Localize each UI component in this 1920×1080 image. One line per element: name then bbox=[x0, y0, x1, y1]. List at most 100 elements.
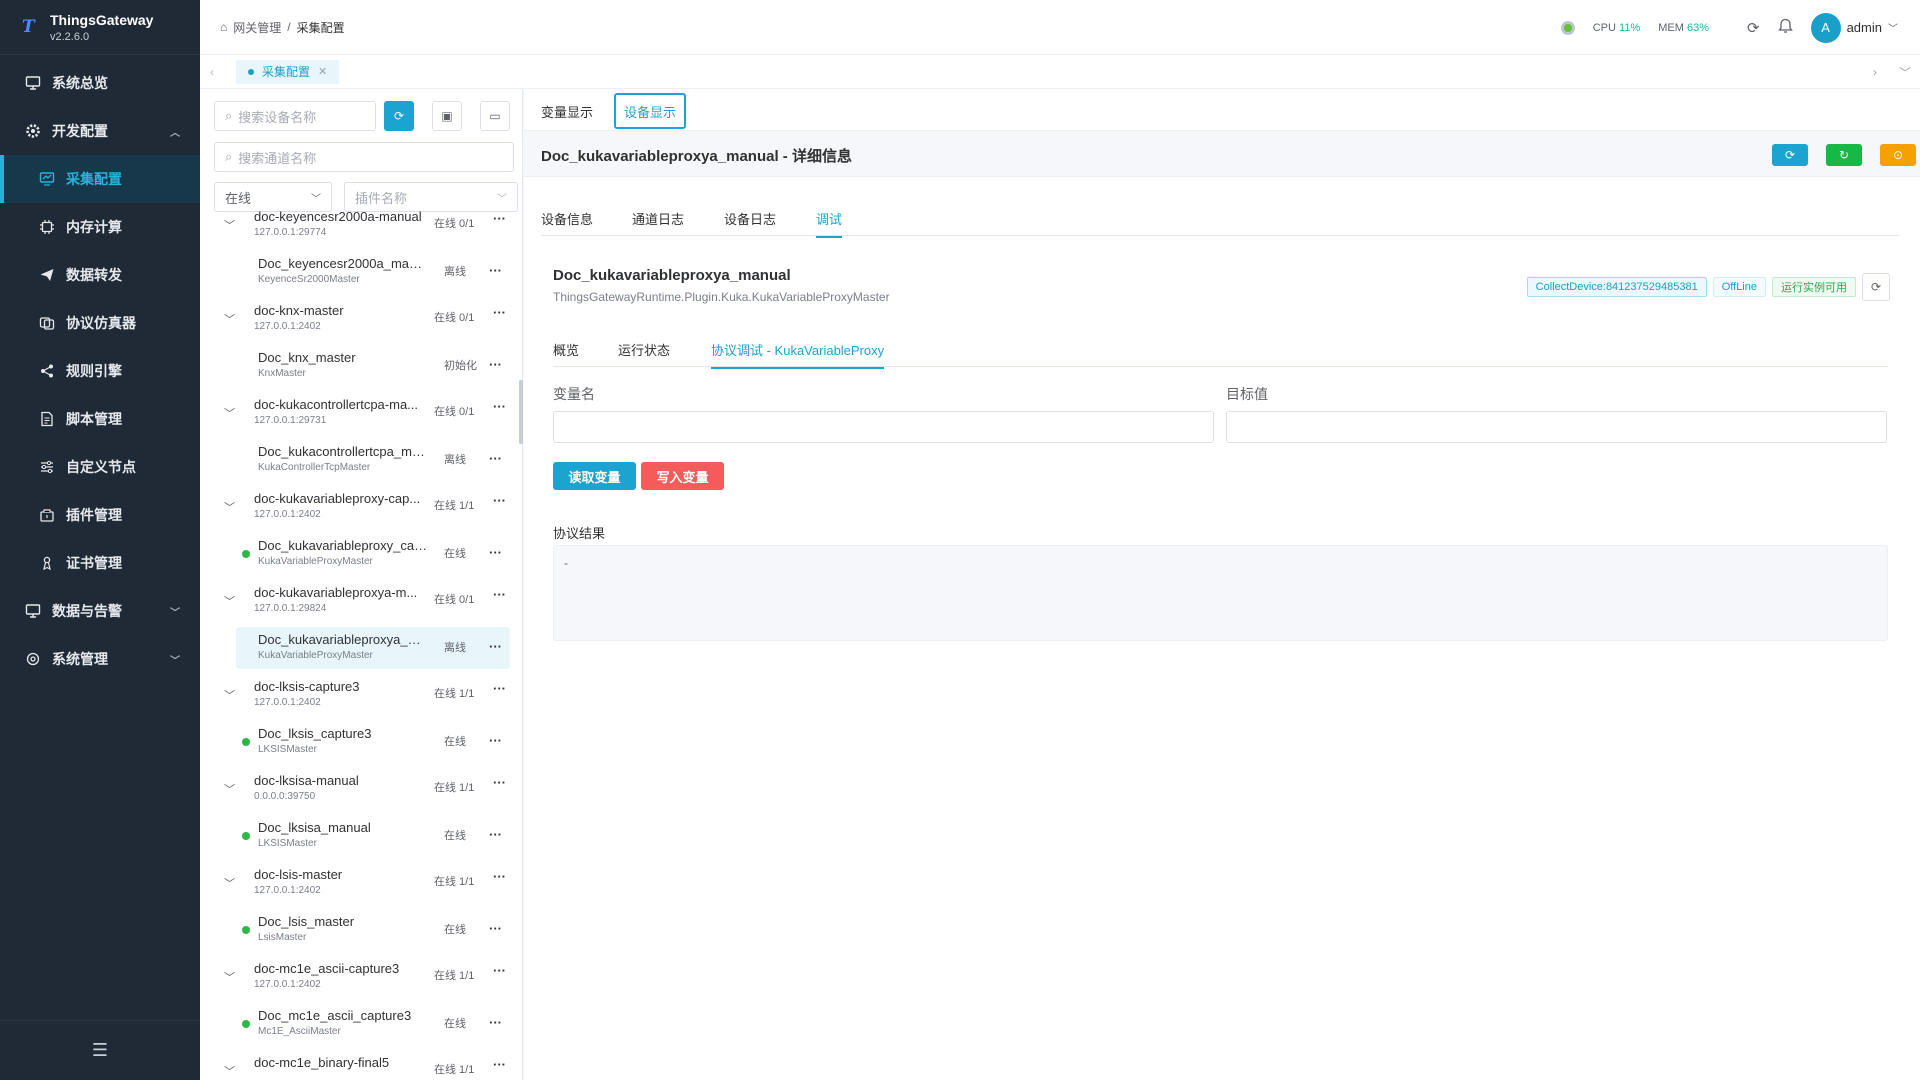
debug-tabs: 概览 运行状态 协议调试 - KukaVariableProxy bbox=[553, 330, 1888, 369]
sidebar-item-forward[interactable]: 数据转发 bbox=[0, 251, 200, 299]
more-icon[interactable]: ··· bbox=[493, 681, 506, 696]
device-node[interactable]: Doc_mc1e_ascii_capture3 Mc1E_AsciiMaster 在… bbox=[236, 1003, 510, 1045]
more-icon[interactable]: ··· bbox=[489, 451, 502, 466]
more-icon[interactable]: ··· bbox=[489, 545, 502, 560]
sidebar-item-certs[interactable]: 证书管理 bbox=[0, 539, 200, 587]
tab-device-view[interactable]: 设备显示 bbox=[614, 93, 686, 129]
tab-collect-config[interactable]: 采集配置 ✕ bbox=[236, 59, 340, 84]
write-variable-button[interactable]: 写入变量 bbox=[641, 462, 724, 490]
sidebar-item-simulator[interactable]: 协议仿真器 bbox=[0, 299, 200, 347]
chevron-down-icon[interactable]: ﹀ bbox=[224, 311, 235, 327]
device-node[interactable]: Doc_kukavariableproxy_capt... KukaVariabl… bbox=[236, 533, 510, 575]
sidebar-item-dev-config[interactable]: 开发配置 ︿ bbox=[0, 107, 200, 155]
more-icon[interactable]: ··· bbox=[493, 1057, 506, 1072]
more-icon[interactable]: ··· bbox=[489, 921, 502, 936]
collect-icon bbox=[38, 170, 56, 188]
more-icon[interactable]: ··· bbox=[493, 775, 506, 790]
more-icon[interactable]: ··· bbox=[493, 869, 506, 884]
device-node[interactable]: Doc_keyencesr2000a_manual KeyenceSr2000Ma… bbox=[236, 251, 510, 293]
search-channel-input[interactable]: ⌕ 搜索通道名称 bbox=[214, 142, 514, 172]
sidebar-item-rules[interactable]: 规则引擎 bbox=[0, 347, 200, 395]
monitor-button[interactable]: ▭ bbox=[480, 101, 510, 131]
refresh-tree-button[interactable]: ⟳ bbox=[384, 101, 414, 131]
more-icon[interactable]: ··· bbox=[489, 639, 502, 654]
chevron-down-icon[interactable]: ﹀ bbox=[224, 687, 235, 703]
channel-node[interactable]: ﹀ doc-kukavariableproxy-cap... 127.0.0.1:2… bbox=[224, 489, 514, 529]
more-icon[interactable]: ··· bbox=[489, 733, 502, 748]
more-icon[interactable]: ··· bbox=[493, 587, 506, 602]
channel-node[interactable]: ﹀ doc-kukacontrollertcpa-ma... 127.0.0.1:2… bbox=[224, 395, 514, 435]
device-node[interactable]: Doc_lksis_capture3 LKSISMaster 在线 ··· bbox=[236, 721, 510, 763]
sidebar-item-custom-node[interactable]: 自定义节点 bbox=[0, 443, 200, 491]
chevron-down-icon[interactable]: ﹀ bbox=[224, 781, 235, 797]
more-icon[interactable]: ··· bbox=[489, 1015, 502, 1030]
sidebar-item-collect[interactable]: 采集配置 bbox=[0, 155, 200, 203]
more-icon[interactable]: ··· bbox=[493, 211, 506, 226]
home-icon[interactable]: ⌂ bbox=[220, 20, 227, 34]
more-icon[interactable]: ··· bbox=[489, 263, 502, 278]
more-icon[interactable]: ··· bbox=[493, 493, 506, 508]
variable-name-input[interactable] bbox=[553, 411, 1214, 443]
more-icon[interactable]: ··· bbox=[489, 357, 502, 372]
chevron-left-icon[interactable]: ‹ bbox=[200, 65, 224, 79]
cert-icon bbox=[38, 554, 56, 572]
tab-protocol-debug[interactable]: 协议调试 - KukaVariableProxy bbox=[711, 340, 885, 369]
refresh-icon[interactable]: ⟳ bbox=[1862, 273, 1890, 301]
refresh-button[interactable]: ⟳ bbox=[1772, 144, 1808, 166]
sidebar-item-label: 自定义节点 bbox=[66, 459, 136, 475]
sidebar-item-plugins[interactable]: 插件管理 bbox=[0, 491, 200, 539]
channel-node[interactable]: ﹀ doc-mc1e_ascii-capture3 127.0.0.1:2402 在线… bbox=[224, 959, 514, 999]
breadcrumb-item[interactable]: 网关管理 bbox=[233, 19, 281, 36]
more-icon[interactable]: ··· bbox=[493, 399, 506, 414]
tab-debug[interactable]: 调试 bbox=[816, 209, 843, 238]
chevron-down-icon[interactable]: ﹀ bbox=[224, 499, 235, 515]
chevron-down-icon[interactable]: ﹀ bbox=[1890, 64, 1920, 81]
channel-node[interactable]: ﹀ doc-knx-master 127.0.0.1:2402 在线 0/1 ··· bbox=[224, 301, 514, 341]
chevron-down-icon[interactable]: ﹀ bbox=[224, 875, 235, 891]
search-device-input[interactable]: ⌕ 搜索设备名称 bbox=[214, 101, 376, 131]
more-icon[interactable]: ··· bbox=[489, 827, 502, 842]
channel-node[interactable]: ﹀ doc-kukavariableproxya-m... 127.0.0.1:29… bbox=[224, 583, 514, 623]
device-node[interactable]: Doc_kukavariableproxya_ma... KukaVariable… bbox=[236, 627, 510, 669]
sidebar-item-memory[interactable]: 内存计算 bbox=[0, 203, 200, 251]
pause-button[interactable]: ⊙ bbox=[1880, 144, 1916, 166]
brand[interactable]: T ThingsGateway v2.2.6.0 bbox=[0, 0, 200, 55]
tab-variable-view[interactable]: 变量显示 bbox=[541, 93, 593, 129]
chevron-down-icon[interactable]: ﹀ bbox=[224, 969, 235, 985]
chevron-down-icon[interactable]: ﹀ bbox=[224, 217, 235, 233]
read-variable-button[interactable]: 读取变量 bbox=[553, 462, 636, 490]
close-icon[interactable]: ✕ bbox=[318, 65, 327, 78]
target-value-input[interactable] bbox=[1226, 411, 1887, 443]
sidebar-item-system[interactable]: 系统管理 ﹀ bbox=[0, 635, 200, 683]
chevron-down-icon[interactable]: ﹀ bbox=[224, 405, 235, 421]
device-node[interactable]: Doc_kukacontrollertcpa_man... KukaControl… bbox=[236, 439, 510, 481]
chevron-down-icon[interactable]: ﹀ bbox=[224, 1063, 235, 1079]
channel-node[interactable]: ﹀ doc-mc1e_binary-final5 在线 1/1 ··· bbox=[224, 1053, 514, 1080]
tab-channel-log[interactable]: 通道日志 bbox=[632, 209, 684, 228]
tab-device-info[interactable]: 设备信息 bbox=[541, 209, 593, 228]
sidebar-item-data-alarm[interactable]: 数据与告警 ﹀ bbox=[0, 587, 200, 635]
export-button[interactable]: ▣ bbox=[432, 101, 462, 131]
device-node[interactable]: Doc_lsis_master LsisMaster 在线 ··· bbox=[236, 909, 510, 951]
more-icon[interactable]: ··· bbox=[493, 963, 506, 978]
chevron-down-icon[interactable]: ﹀ bbox=[224, 593, 235, 609]
channel-node[interactable]: ﹀ doc-lsis-master 127.0.0.1:2402 在线 1/1 ··· bbox=[224, 865, 514, 905]
bell-icon[interactable] bbox=[1777, 18, 1793, 37]
restart-button[interactable]: ↻ bbox=[1826, 144, 1862, 166]
tab-device-log[interactable]: 设备日志 bbox=[724, 209, 776, 228]
tab-overview[interactable]: 概览 bbox=[553, 340, 579, 359]
user-menu[interactable]: A admin ﹀ bbox=[1810, 12, 1898, 43]
channel-node[interactable]: ﹀ doc-lksis-capture3 127.0.0.1:2402 在线 1/1 ·… bbox=[224, 677, 514, 717]
tab-run-status[interactable]: 运行状态 bbox=[618, 340, 670, 359]
sidebar-item-overview[interactable]: 系统总览 bbox=[0, 59, 200, 107]
chevron-right-icon[interactable]: › bbox=[1860, 65, 1890, 79]
collapse-menu-icon[interactable]: ☰ bbox=[0, 1020, 200, 1080]
tree-scrollbar[interactable] bbox=[519, 380, 523, 444]
device-node[interactable]: Doc_lksisa_manual LKSISMaster 在线 ··· bbox=[236, 815, 510, 857]
channel-node[interactable]: ﹀ doc-keyencesr2000a-manual 127.0.0.1:2977… bbox=[224, 207, 514, 247]
refresh-icon[interactable]: ⟳ bbox=[1747, 19, 1760, 37]
device-node[interactable]: Doc_knx_master KnxMaster 初始化 ··· bbox=[236, 345, 510, 387]
sidebar-item-scripts[interactable]: 脚本管理 bbox=[0, 395, 200, 443]
channel-node[interactable]: ﹀ doc-lksisa-manual 0.0.0.0:39750 在线 1/1 ··· bbox=[224, 771, 514, 811]
more-icon[interactable]: ··· bbox=[493, 305, 506, 320]
